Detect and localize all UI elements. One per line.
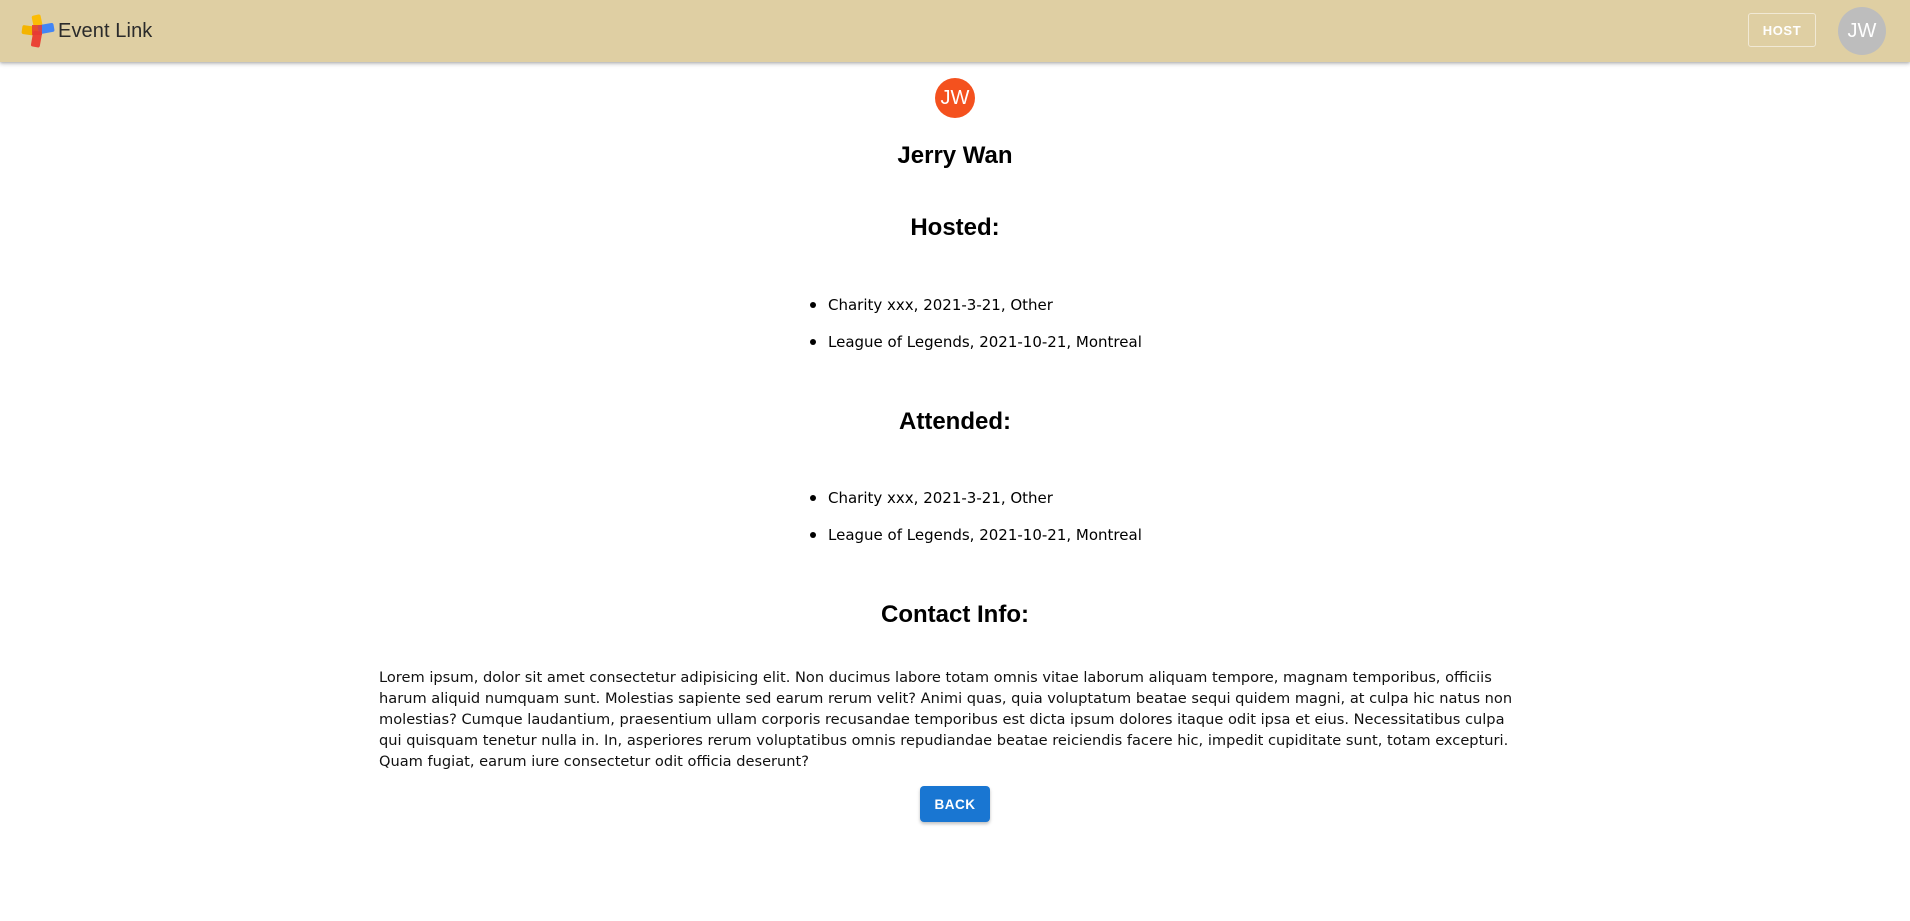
event-link-logo-icon [21, 14, 55, 48]
hosted-event: Charity xxx, 2021-3-21, Other [828, 296, 1053, 314]
list-item: League of Legends, 2021-10-21, Montreal [810, 331, 1142, 368]
attended-heading: Attended: [899, 408, 1011, 435]
hosted-heading: Hosted: [910, 214, 1000, 241]
user-avatar[interactable]: JW [1838, 7, 1886, 55]
brand[interactable]: Event Link [20, 13, 152, 49]
bullet-icon [810, 302, 816, 308]
app-bar: Event Link HOST JW [0, 0, 1910, 62]
list-item: League of Legends, 2021-10-21, Montreal [810, 524, 1142, 561]
attended-event-list: Charity xxx, 2021-3-21, Other League of … [810, 487, 1142, 561]
attended-event: League of Legends, 2021-10-21, Montreal [828, 526, 1142, 544]
attended-event: Charity xxx, 2021-3-21, Other [828, 489, 1053, 507]
host-button[interactable]: HOST [1748, 13, 1816, 47]
bullet-icon [810, 532, 816, 538]
hosted-event: League of Legends, 2021-10-21, Montreal [828, 333, 1142, 351]
hosted-event-list: Charity xxx, 2021-3-21, Other League of … [810, 294, 1142, 368]
profile-avatar: JW [935, 78, 975, 118]
list-item: Charity xxx, 2021-3-21, Other [810, 294, 1142, 331]
list-item: Charity xxx, 2021-3-21, Other [810, 487, 1142, 524]
app-title: Event Link [58, 19, 153, 42]
profile-name: Jerry Wan [897, 142, 1013, 169]
contact-heading: Contact Info: [881, 601, 1029, 628]
back-button[interactable]: BACK [920, 786, 990, 822]
bullet-icon [810, 339, 816, 345]
bullet-icon [810, 495, 816, 501]
contact-info-text: Lorem ipsum, dolor sit amet consectetur … [379, 669, 1513, 770]
